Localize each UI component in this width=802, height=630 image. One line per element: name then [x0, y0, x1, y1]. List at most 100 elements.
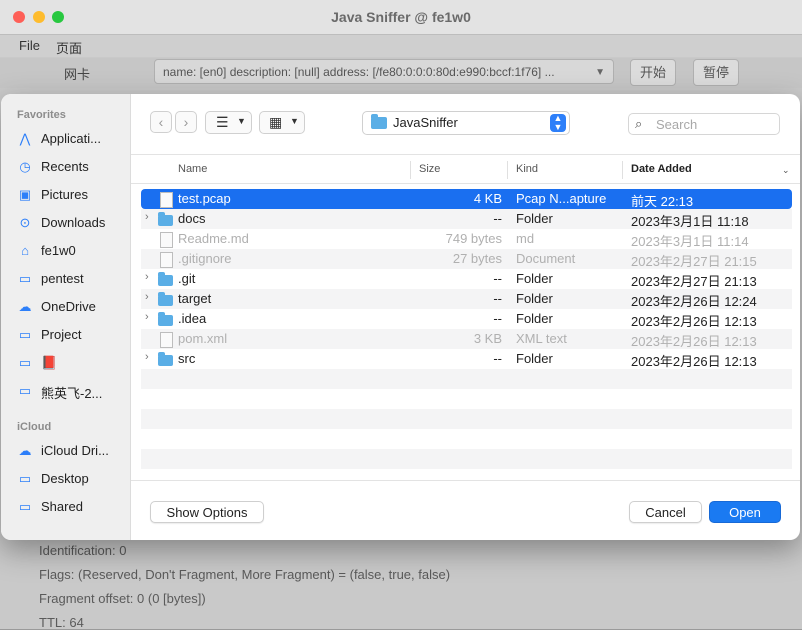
file-row[interactable]: › .idea -- Folder 2023年2月26日 12:13	[141, 309, 792, 329]
sidebar-item[interactable]: ▭ Shared	[17, 496, 129, 518]
capture-controls: 网卡 name: [en0] description: [null] addre…	[0, 58, 802, 88]
file-name: src	[178, 351, 196, 366]
column-name[interactable]: Name	[178, 163, 207, 175]
back-button[interactable]: ‹	[150, 111, 172, 133]
grid-icon: ▦	[269, 114, 283, 130]
detail-line: Identification: 0	[39, 543, 127, 558]
file-kind: Document	[516, 251, 576, 266]
sidebar-item[interactable]: ⌂ fe1w0	[17, 240, 129, 262]
file-row[interactable]: › docs -- Folder 2023年3月1日 11:18	[141, 209, 792, 229]
column-kind[interactable]: Kind	[516, 163, 538, 175]
document-icon	[160, 332, 173, 348]
folder-icon	[371, 114, 387, 129]
group-view-button[interactable]: ▦ ▼	[259, 111, 305, 134]
file-row[interactable]: .gitignore 27 bytes Document 2023年2月27日 21:…	[141, 249, 792, 269]
file-kind: Folder	[516, 351, 553, 366]
sidebar-item[interactable]: ☁ iCloud Dri...	[17, 440, 129, 462]
menu-bar: File 页面	[0, 35, 802, 57]
column-header: Name Size Kind Date Added ⌄	[131, 154, 800, 184]
disclosure-chevron-icon[interactable]: ›	[145, 311, 149, 323]
updown-chevron-icon: ▲ ▼	[550, 114, 566, 132]
empty-row	[141, 409, 792, 429]
sidebar-item[interactable]: ▭ pentest	[17, 268, 129, 290]
detail-line: TTL: 64	[39, 615, 84, 630]
sidebar-item[interactable]: ▭ Project	[17, 324, 129, 346]
sidebar-item-label: fe1w0	[41, 243, 76, 258]
sidebar-item[interactable]: ☁ OneDrive	[17, 296, 129, 318]
home-icon: ⌂	[21, 243, 29, 258]
sidebar-heading-favorites: Favorites	[17, 109, 66, 121]
sidebar-item[interactable]: ▭ Desktop	[17, 468, 129, 490]
list-view-button[interactable]: ☰ ▼	[205, 111, 252, 134]
column-divider[interactable]	[507, 161, 508, 179]
file-size: --	[493, 291, 502, 306]
sidebar-item-label: Desktop	[41, 471, 89, 486]
file-size: 4 KB	[473, 191, 502, 206]
sidebar-item-label: Recents	[41, 159, 89, 174]
sidebar-item-label: pentest	[41, 271, 84, 286]
folder-icon	[158, 312, 173, 326]
show-options-button[interactable]: Show Options	[150, 501, 264, 523]
document-icon	[160, 232, 173, 248]
menu-page[interactable]: 页面	[56, 38, 82, 57]
empty-row	[141, 449, 792, 469]
file-date-added: 2023年2月27日 21:13	[631, 274, 757, 289]
column-divider[interactable]	[410, 161, 411, 179]
disclosure-chevron-icon[interactable]: ›	[145, 211, 149, 223]
forward-button[interactable]: ›	[175, 111, 197, 133]
file-date-added: 2023年2月26日 12:13	[631, 314, 757, 329]
file-name: docs	[178, 211, 206, 226]
sidebar-item-label: Shared	[41, 499, 83, 514]
clock-icon: ◷	[19, 159, 31, 174]
file-row[interactable]: pom.xml 3 KB XML text 2023年2月26日 12:13	[141, 329, 792, 349]
file-size: 749 bytes	[445, 231, 502, 246]
file-row[interactable]: › .git -- Folder 2023年2月27日 21:13	[141, 269, 792, 289]
sidebar-item-label: Applicati...	[41, 131, 101, 146]
nic-label: 网卡	[64, 67, 91, 82]
file-row[interactable]: › src -- Folder 2023年2月26日 12:13	[141, 349, 792, 369]
detail-line: Flags: (Reserved, Don't Fragment, More F…	[39, 567, 451, 582]
disclosure-chevron-icon[interactable]: ›	[145, 271, 149, 283]
folder-icon	[158, 272, 173, 286]
file-row[interactable]: test.pcap 4 KB Pcap N...apture 前天 22:13	[141, 189, 792, 209]
location-popup[interactable]: JavaSniffer ▲ ▼	[362, 111, 570, 135]
detail-line: Fragment offset: 0 (0 [bytes])	[39, 591, 206, 606]
sidebar-item[interactable]: ▭ 熊英飞-2...	[17, 380, 129, 402]
cancel-button[interactable]: Cancel	[629, 501, 702, 523]
open-button[interactable]: Open	[709, 501, 781, 523]
sidebar-item[interactable]: ▣ Pictures	[17, 184, 129, 206]
column-divider[interactable]	[622, 161, 623, 179]
folder-icon	[158, 352, 173, 366]
chevron-right-icon: ›	[183, 114, 189, 130]
sidebar-item[interactable]: ▭ 📕	[17, 352, 129, 374]
sidebar-item[interactable]: ◷ Recents	[17, 156, 129, 178]
open-file-dialog: Favorites ⋀ Applicati... ◷ Recents ▣ Pictures…	[1, 94, 800, 540]
empty-row	[141, 389, 792, 409]
dialog-toolbar: ‹ › ☰ ▼ ▦ ▼ JavaSniffer ▲ ▼ ⌕ Search	[131, 94, 800, 154]
applications-icon: ⋀	[19, 131, 31, 146]
disclosure-chevron-icon[interactable]: ›	[145, 291, 149, 303]
file-name: .idea	[178, 311, 207, 326]
sidebar-heading-icloud: iCloud	[17, 421, 52, 433]
start-button[interactable]: 开始	[630, 59, 676, 86]
column-size[interactable]: Size	[419, 163, 440, 175]
file-browser: ‹ › ☰ ▼ ▦ ▼ JavaSniffer ▲ ▼ ⌕ Search Name	[131, 94, 800, 540]
file-size: --	[493, 351, 502, 366]
file-row[interactable]: Readme.md 749 bytes md 2023年3月1日 11:14	[141, 229, 792, 249]
menu-file[interactable]: File	[19, 38, 40, 53]
file-name: .gitignore	[178, 251, 232, 266]
nic-select[interactable]: name: [en0] description: [null] address:…	[154, 59, 614, 84]
sidebar-item[interactable]: ⋀ Applicati...	[17, 128, 129, 150]
pause-button[interactable]: 暂停	[693, 59, 739, 86]
search-field[interactable]: ⌕ Search	[628, 113, 780, 135]
downloads-icon: ⊙	[19, 215, 31, 230]
file-row[interactable]: › target -- Folder 2023年2月26日 12:24	[141, 289, 792, 309]
sidebar-item[interactable]: ⊙ Downloads	[17, 212, 129, 234]
folder-icon: ▭	[18, 383, 32, 398]
sort-chevron-icon: ⌄	[782, 165, 790, 175]
location-name: JavaSniffer	[393, 115, 458, 130]
window-title: Java Sniffer @ fe1w0	[331, 9, 471, 25]
file-size: 27 bytes	[452, 251, 502, 266]
disclosure-chevron-icon[interactable]: ›	[145, 351, 149, 363]
column-date-added[interactable]: Date Added	[631, 163, 692, 175]
